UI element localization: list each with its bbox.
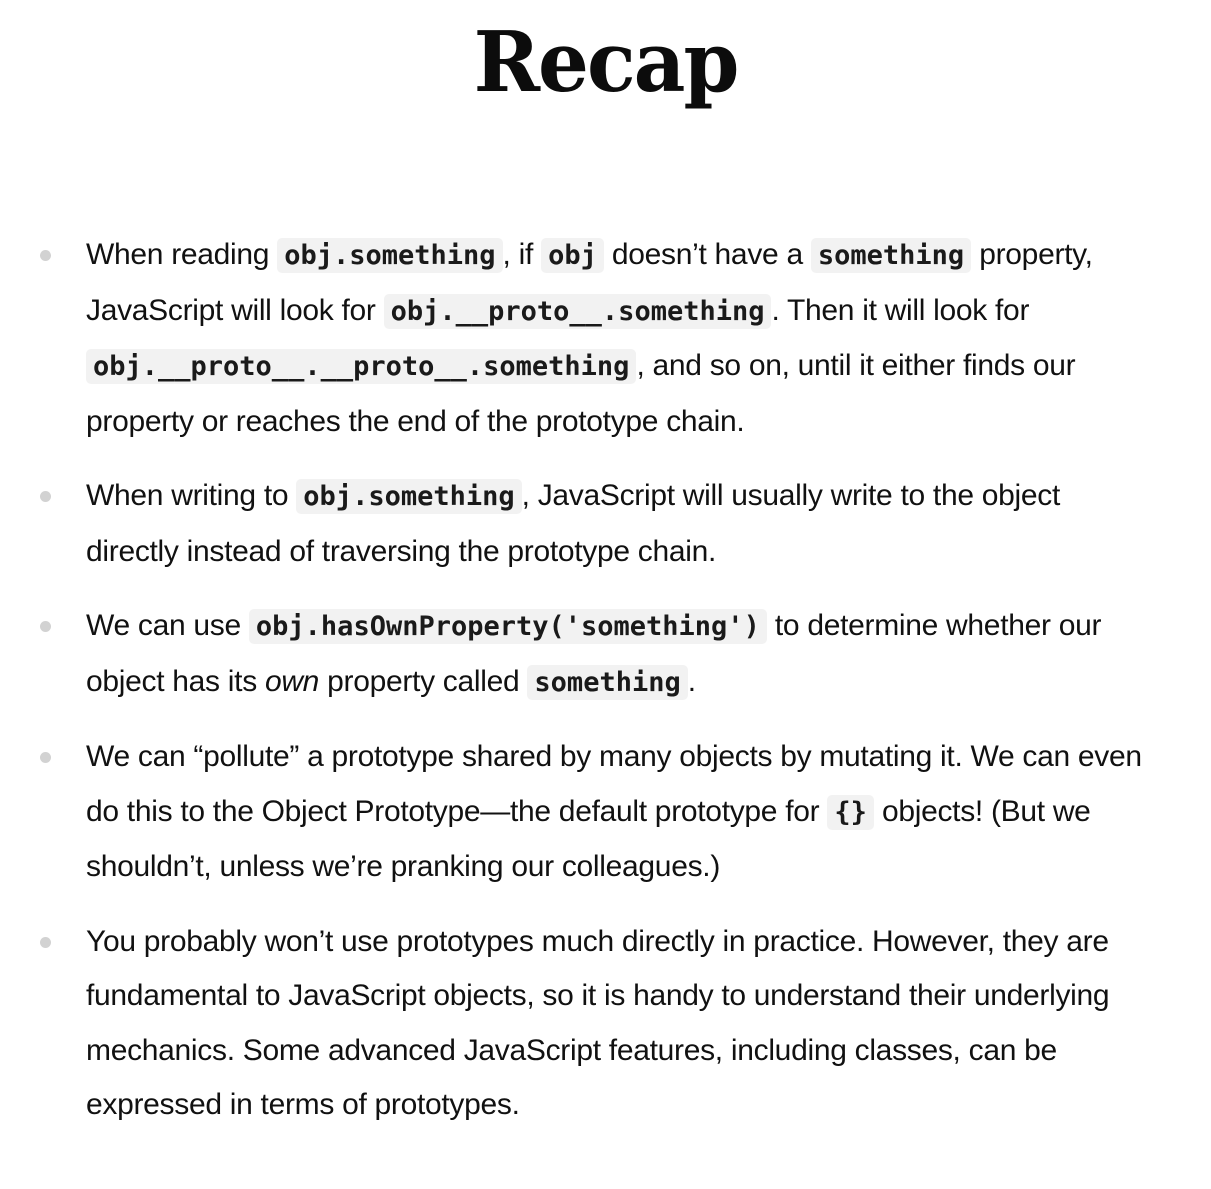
bullet-icon (40, 752, 51, 763)
item-text: We can use (86, 609, 249, 642)
page-title: Recap (473, 13, 740, 111)
inline-code: obj.__proto__.something (383, 293, 772, 329)
bullet-icon (40, 250, 51, 261)
emphasis: own (264, 664, 320, 698)
item-text: You probably won’t use prototypes much d… (86, 924, 1110, 1122)
item-text: When reading (86, 238, 278, 271)
inline-code: obj.something (296, 479, 522, 514)
inline-code: obj.__proto__.__proto__.something (86, 349, 637, 384)
inline-code: obj.hasOwnProperty('something') (248, 609, 767, 644)
list-item-prototype-pollution: We can “pollute” a prototype shared by m… (0, 730, 1211, 895)
list-item-property-write: When writing to obj.something, JavaScrip… (0, 469, 1211, 579)
inline-code: {} (827, 794, 874, 830)
item-text: property called (319, 664, 528, 698)
list-item-prototypes-in-practice: You probably won’t use prototypes much d… (0, 915, 1211, 1133)
inline-code: something (527, 664, 688, 700)
item-text: , if (502, 238, 542, 271)
bullet-icon (40, 621, 51, 632)
list-item-property-lookup: When reading obj.something, if obj doesn… (0, 228, 1211, 449)
bullet-icon (40, 936, 51, 948)
bullet-icon (40, 491, 51, 502)
inline-code: obj.something (277, 238, 503, 273)
item-text: . (687, 664, 696, 698)
item-text: When writing to (86, 479, 297, 512)
item-text: doesn’t have a (603, 238, 811, 271)
recap-list: When reading obj.something, if obj doesn… (0, 228, 1211, 1153)
inline-code: something (810, 238, 972, 273)
item-text: . Then it will look for (771, 293, 1030, 327)
list-item-has-own-property: We can use obj.hasOwnProperty('something… (0, 599, 1211, 710)
inline-code: obj (541, 238, 604, 273)
